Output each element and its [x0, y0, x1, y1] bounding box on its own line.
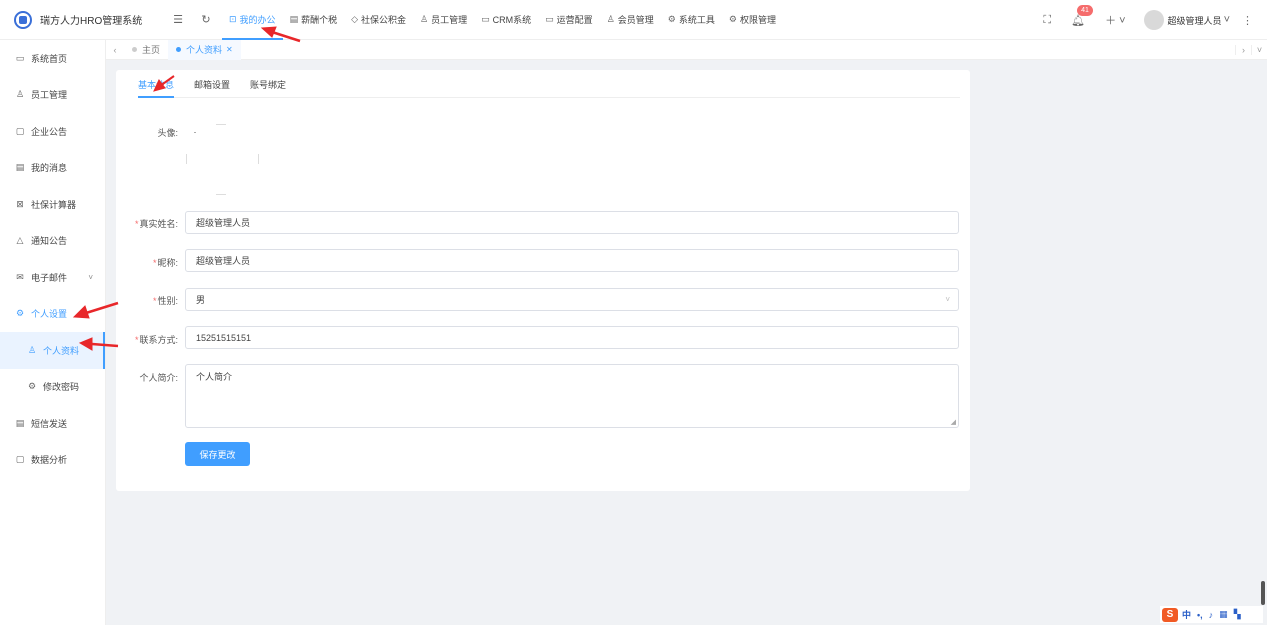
tabs-bar: ‹ 主页 个人资料 ✕ › ˅	[106, 39, 1267, 60]
top-nav: ⊡ 我的办公 ▤ 薪酬个税 ◇ 社保公积金 ♙ 员工管理 ▭ CRM系统 ▭ 运营配置 ♙ 会…	[222, 0, 783, 40]
calculator-icon: ⊠	[16, 198, 24, 209]
nickname-input[interactable]: 超级管理人员	[185, 249, 959, 272]
sidebar-item-calculator[interactable]: ⊠ 社保计算器	[0, 186, 105, 223]
real-name-input[interactable]: 超级管理人员	[185, 211, 959, 234]
nickname-label: *昵称:	[152, 258, 178, 268]
message-icon: ▤	[15, 162, 25, 173]
briefcase-icon: ⊡	[229, 14, 237, 24]
sidebar-item-announcements[interactable]: ▢ 企业公告	[0, 113, 105, 150]
avatar-upload[interactable]	[186, 122, 260, 196]
top-header: 瑞方人力HRO管理系统 ☰ ↻ ⊡ 我的办公 ▤ 薪酬个税 ◇ 社保公积金 ♙ 员工管理…	[0, 0, 1267, 40]
sidebar-item-email[interactable]: ✉ 电子邮件 ˅	[0, 259, 105, 296]
sidebar-item-home[interactable]: ▭ 系统首页	[0, 40, 105, 77]
scrollbar[interactable]	[1261, 581, 1265, 605]
sidebar-item-personal-settings[interactable]: ⚙ 个人设置	[0, 296, 105, 333]
keyboard-icon[interactable]: ▦	[1219, 609, 1228, 620]
user-icon: ♙	[27, 344, 37, 355]
profile-card: 基本信息 邮箱设置 账号绑定 头像: *真实姓名: 超级管理人员 *昵称: 超级…	[116, 70, 970, 491]
ime-chinese-icon[interactable]: 中	[1182, 608, 1191, 621]
refresh-icon[interactable]: ↻	[196, 10, 216, 30]
topnav-item-social-security[interactable]: ◇ 社保公积金	[344, 0, 413, 40]
plus-icon[interactable]: ＋ ˅	[1105, 12, 1125, 28]
subtab-account-binding[interactable]: 账号绑定	[250, 78, 286, 97]
microphone-icon[interactable]: ♪	[1209, 610, 1214, 620]
app-logo: 瑞方人力HRO管理系统	[14, 10, 160, 29]
fullscreen-icon[interactable]: ⛶	[1043, 14, 1051, 27]
tab-home[interactable]: 主页	[124, 40, 168, 60]
profile-subtabs: 基本信息 邮箱设置 账号绑定	[138, 70, 960, 98]
bio-label: 个人简介:	[139, 373, 178, 383]
topnav-item-tools[interactable]: ⚙ 系统工具	[661, 0, 722, 40]
logo-icon	[14, 10, 32, 29]
gender-label: *性别:	[152, 296, 178, 306]
resize-handle-icon[interactable]: ◢	[951, 418, 956, 426]
card-icon: ▭	[545, 14, 554, 24]
shield-icon: ◇	[351, 14, 359, 24]
notification-badge: 41	[1077, 4, 1093, 16]
topnav-item-operations[interactable]: ▭ 运营配置	[538, 0, 600, 40]
sidebar-item-notices[interactable]: △ 通知公告	[0, 223, 105, 260]
chat-icon: ▢	[15, 125, 25, 136]
monitor-icon: ▭	[15, 52, 25, 63]
app-title: 瑞方人力HRO管理系统	[40, 16, 143, 27]
contact-label: *联系方式:	[134, 335, 178, 345]
ime-punctuation-icon[interactable]: •,	[1197, 610, 1203, 620]
topnav-item-members[interactable]: ♙ 会员管理	[600, 0, 661, 40]
tools-icon: ⚙	[667, 14, 676, 24]
chart-icon: ▢	[15, 454, 25, 465]
user-name[interactable]: 超级管理人员	[1168, 14, 1222, 27]
tab-profile[interactable]: 个人资料 ✕	[168, 39, 241, 60]
lock-icon: ⚙	[27, 381, 37, 392]
sidebar-item-change-password[interactable]: ⚙ 修改密码	[0, 369, 105, 406]
bell-icon[interactable]: 🔔︎ 41	[1071, 4, 1093, 27]
sidebar-item-employees[interactable]: ♙ 员工管理	[0, 77, 105, 114]
topnav-item-employees[interactable]: ♙ 员工管理	[413, 0, 474, 40]
topnav-item-salary[interactable]: ▤ 薪酬个税	[283, 0, 345, 40]
ime-logo-icon[interactable]: S	[1162, 607, 1178, 622]
bell-icon: △	[16, 235, 24, 246]
settings-icon: ⚙	[15, 308, 25, 319]
tab-dot	[176, 47, 182, 52]
avatar[interactable]	[1143, 10, 1164, 30]
avatar-label: 头像:	[157, 128, 178, 138]
gender-select[interactable]: 男 ˅	[185, 288, 959, 311]
header-right: ⛶ 🔔︎ 41 ＋ ˅ 超级管理人员 ˅ ⋮	[1033, 0, 1267, 40]
chevron-down-icon: ˅	[945, 295, 950, 304]
close-icon[interactable]: ✕	[226, 45, 233, 54]
save-button[interactable]: 保存更改	[185, 442, 250, 466]
user-icon: ♙	[606, 14, 615, 24]
grid-icon[interactable]: ▚	[1234, 609, 1241, 620]
real-name-label: *真实姓名:	[134, 219, 178, 229]
chevron-down-icon[interactable]: ˅	[1251, 45, 1267, 55]
sidebar-item-profile[interactable]: ♙ 个人资料	[0, 332, 105, 369]
document-icon: ▤	[289, 14, 299, 24]
bio-textarea[interactable]: 个人简介 ◢	[185, 364, 959, 428]
sidebar-item-sms[interactable]: ▤ 短信发送	[0, 405, 105, 442]
users-icon: ♙	[420, 14, 429, 24]
more-icon[interactable]: ⋮	[1242, 14, 1253, 27]
topnav-item-crm[interactable]: ▭ CRM系统	[474, 0, 538, 40]
tab-dot	[132, 47, 137, 52]
folder-icon: ▭	[481, 14, 490, 24]
mail-icon: ✉	[16, 271, 24, 282]
tabs-right-controls: › ˅	[1235, 40, 1267, 60]
contact-input[interactable]: 15251515151	[185, 326, 959, 349]
sidebar: ▭ 系统首页 ♙ 员工管理 ▢ 企业公告 ▤ 我的消息 ⊠ 社保计算器 △ 通知公告 ✉ 电子…	[0, 40, 106, 625]
chevron-right-icon[interactable]: ›	[1235, 45, 1251, 55]
gear-icon: ⚙	[728, 14, 737, 24]
chevron-down-icon: ˅	[88, 272, 93, 282]
users-icon: ♙	[15, 89, 25, 100]
sidebar-item-analytics[interactable]: ▢ 数据分析	[0, 442, 105, 479]
chevron-left-icon[interactable]: ‹	[106, 45, 124, 55]
subtab-email-settings[interactable]: 邮箱设置	[194, 78, 230, 97]
sidebar-item-messages[interactable]: ▤ 我的消息	[0, 150, 105, 187]
topnav-item-permissions[interactable]: ⚙ 权限管理	[722, 0, 783, 40]
chevron-down-icon[interactable]: ˅	[1224, 14, 1230, 26]
subtab-basic-info[interactable]: 基本信息	[138, 78, 175, 98]
sms-icon: ▤	[15, 417, 25, 428]
ime-toolbar: S 中 •, ♪ ▦ ▚	[1160, 606, 1263, 623]
topnav-item-office[interactable]: ⊡ 我的办公	[222, 0, 283, 40]
menu-toggle-icon[interactable]: ☰	[168, 10, 188, 30]
